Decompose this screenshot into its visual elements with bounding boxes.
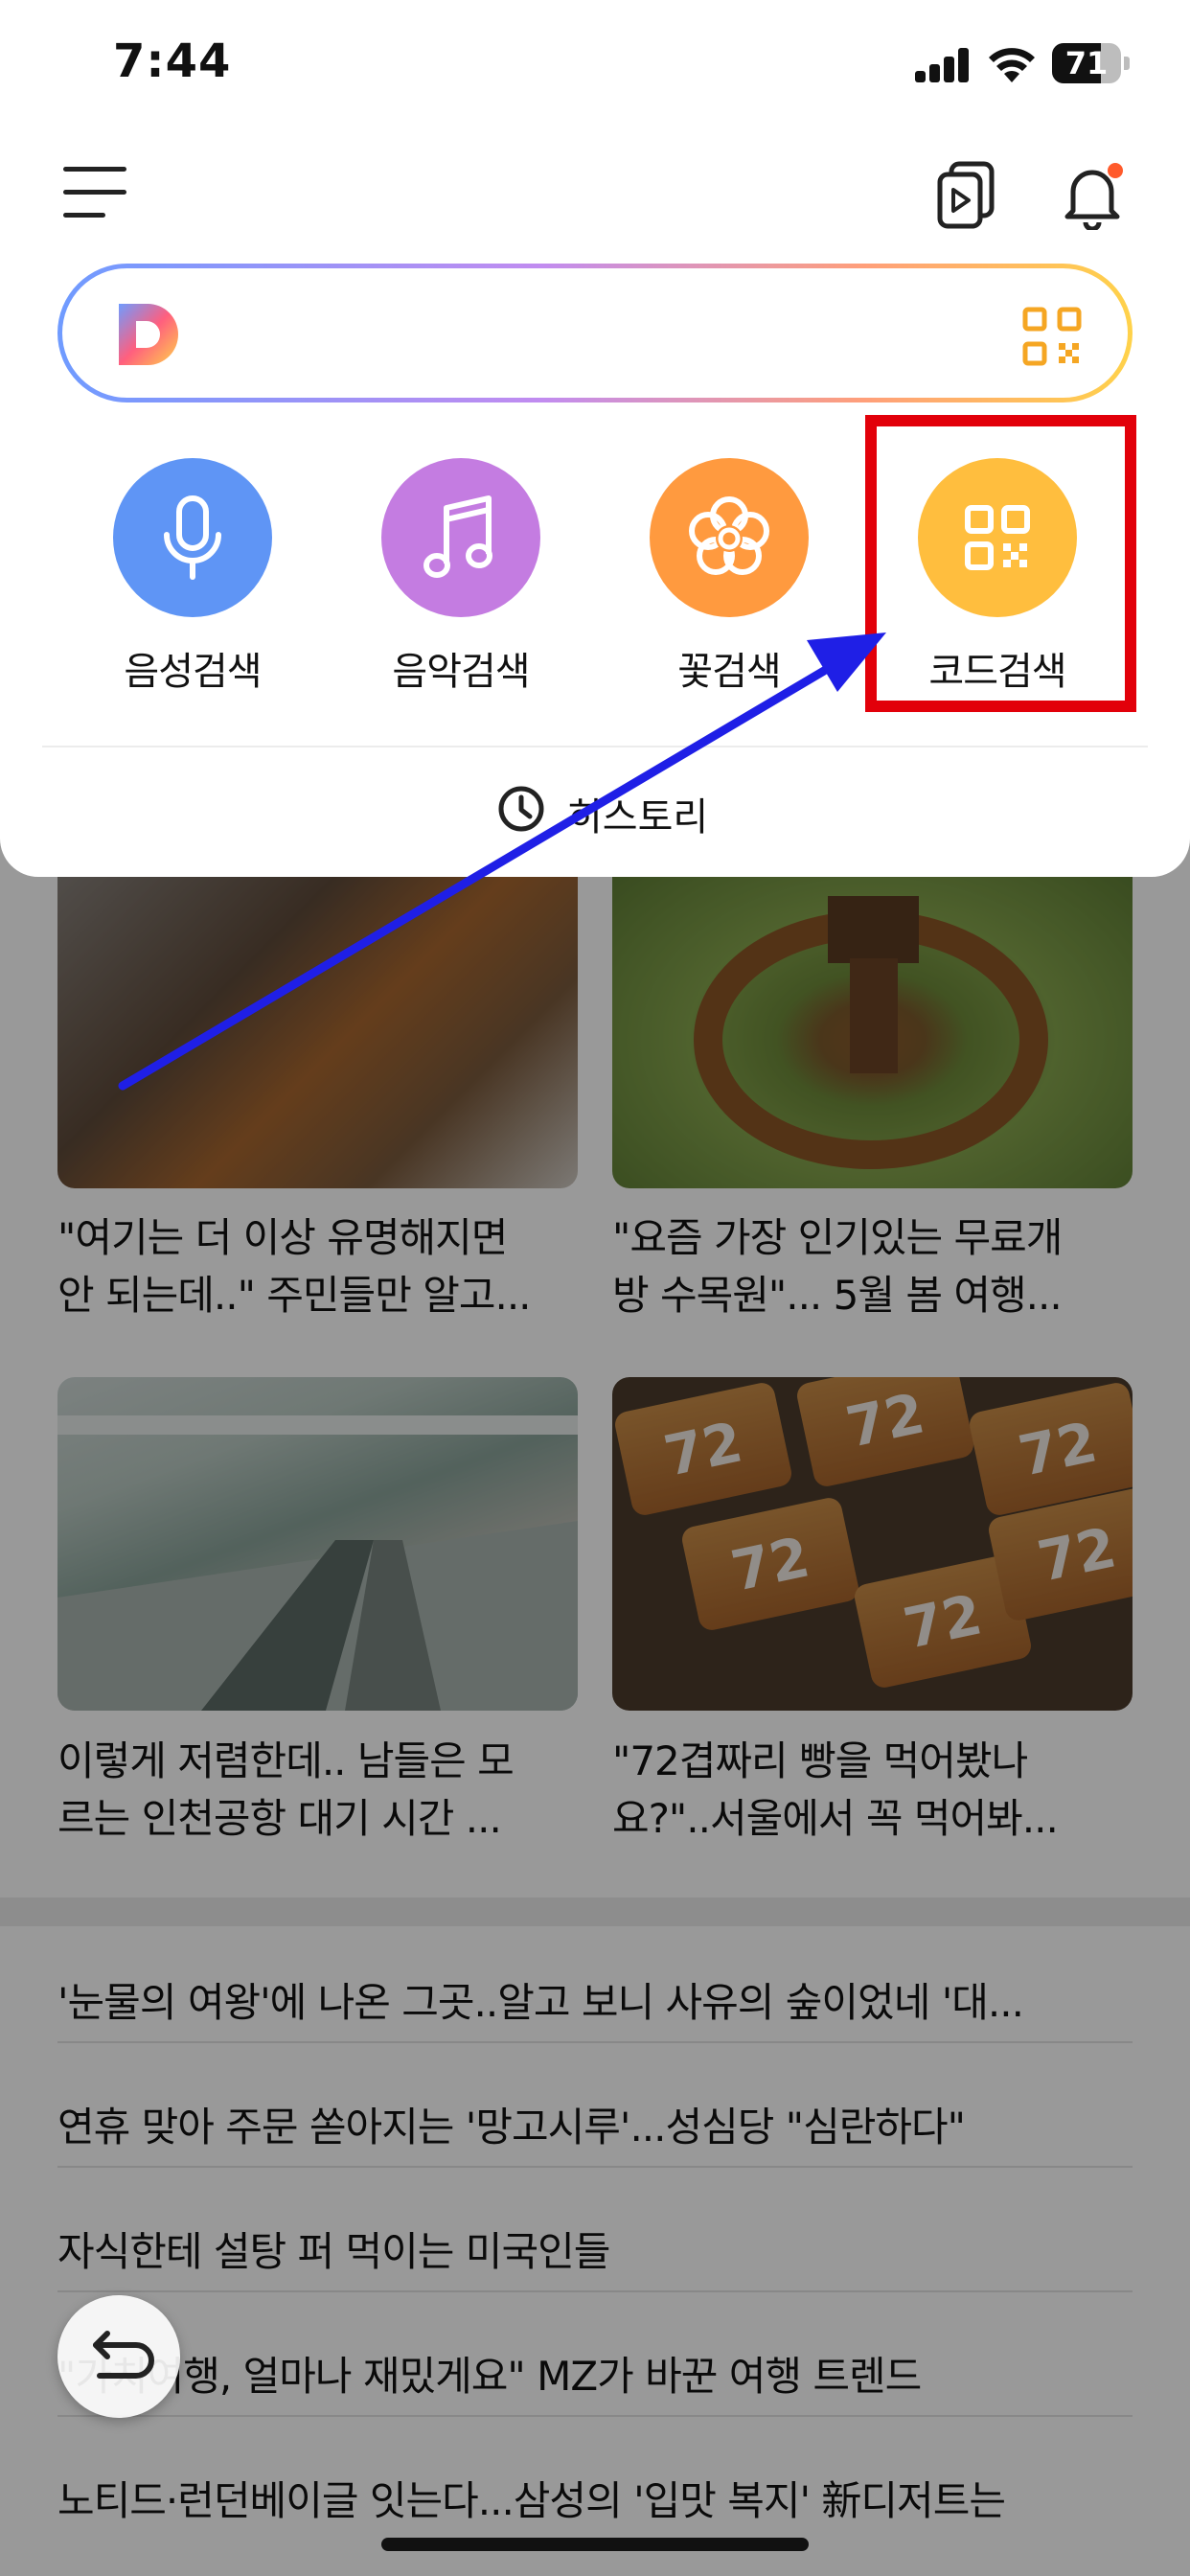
qr-code-icon[interactable]	[1022, 307, 1082, 366]
highlight-box	[865, 415, 1136, 712]
tool-label: 꽃검색	[677, 650, 781, 694]
status-bar: 7:44 71	[0, 0, 1190, 134]
menu-icon[interactable]	[63, 163, 130, 220]
microphone-icon	[164, 495, 221, 580]
home-indicator	[381, 2538, 809, 2551]
voice-search-button[interactable]: 음성검색	[78, 458, 308, 707]
wifi-icon	[989, 48, 1035, 82]
clock-icon	[498, 786, 544, 832]
music-search-button[interactable]: 음악검색	[346, 458, 576, 707]
tool-label: 음악검색	[392, 650, 530, 694]
flower-icon	[689, 496, 769, 575]
refresh-button[interactable]	[57, 2295, 180, 2418]
daum-logo-icon	[119, 304, 178, 365]
tool-label: 음성검색	[124, 650, 262, 694]
history-label: 히스토리	[567, 795, 709, 840]
notification-dot	[1108, 163, 1123, 178]
flower-search-button[interactable]: 꽃검색	[614, 458, 844, 707]
battery-icon: 71	[1052, 43, 1130, 83]
search-input[interactable]	[206, 297, 992, 374]
video-clip-icon[interactable]	[934, 161, 997, 230]
search-bar[interactable]	[57, 264, 1133, 402]
status-time: 7:44	[113, 34, 232, 88]
cellular-signal-icon	[915, 48, 973, 82]
divider	[42, 746, 1148, 748]
music-note-icon	[423, 495, 492, 578]
battery-level: 71	[1064, 45, 1109, 81]
refresh-icon	[93, 2331, 154, 2379]
